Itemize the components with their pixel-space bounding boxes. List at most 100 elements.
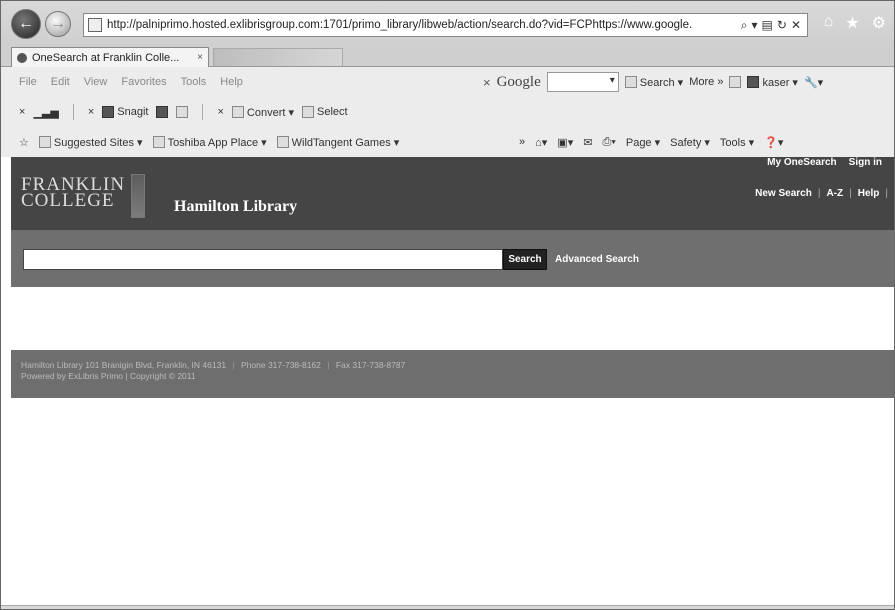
home-icon[interactable]: ⌂ [824,13,834,33]
toolbar-box-icon[interactable] [729,76,742,88]
google-search-button[interactable]: Search ▾ [624,76,684,89]
search-input[interactable] [23,249,503,270]
my-onesearch-link[interactable]: My OneSearch [767,157,836,168]
fav-suggested-label: Suggested Sites ▾ [53,136,143,149]
footer-powered-by: Powered by ExLibris Primo | Copyright © … [21,371,196,381]
convert-label: Convert ▾ [246,106,294,119]
tools-menu[interactable]: Tools ▾ [720,136,754,149]
address-bar[interactable]: http://palniprimo.hosted.exlibrisgroup.c… [83,13,808,37]
tab-onesearch[interactable]: OneSearch at Franklin Colle... × [11,47,209,67]
library-name: Hamilton Library [174,198,298,215]
snagit-label: Snagit [117,106,149,118]
user-name: kaser ▾ [762,76,798,89]
nav-separator: | [817,188,821,199]
compat-view-icon[interactable]: ▤ [762,18,773,32]
gear-icon[interactable]: ⚙ [872,13,886,33]
menu-help[interactable]: Help [220,76,243,88]
page-content: FRANKLIN COLLEGE Hamilton Library My One… [11,157,894,609]
back-arrow-icon: ← [18,15,34,32]
new-search-link[interactable]: New Search [755,188,812,199]
help-menu-icon[interactable]: ❓▾ [764,136,783,149]
search-band: Search Advanced Search [11,230,894,287]
print-icon[interactable]: ⎙▾ [602,136,615,149]
browser-right-icons: ⌂ ★ ⚙ [824,13,886,33]
footer-fax: Fax 317-738-8787 [335,360,406,370]
menu-file[interactable]: File [19,76,37,88]
menu-edit[interactable]: Edit [51,76,70,88]
google-logo: Google [496,73,541,90]
stop-icon[interactable]: ✕ [791,18,801,32]
address-url[interactable]: http://palniprimo.hosted.exlibrisgroup.c… [107,19,735,31]
site-footer: Hamilton Library 101 Branigin Blvd, Fran… [11,350,894,398]
toolbar-divider [72,104,74,120]
safety-menu[interactable]: Safety ▾ [670,136,710,149]
franklin-college-logo[interactable]: FRANKLIN COLLEGE [21,175,125,210]
select-icon [302,106,314,118]
close-icon[interactable]: × [217,106,223,118]
fav-wildtangent-label: WildTangent Games ▾ [291,136,400,149]
snagit-button[interactable]: Snagit [102,106,148,118]
nav-separator: | [885,188,888,199]
snagit-capture-icon[interactable] [156,106,169,118]
favorites-star-icon[interactable]: ★ [845,13,859,33]
footer-phone: Phone 317-738-8162 [241,360,321,370]
google-more-button[interactable]: More » [689,76,723,88]
new-tab-placeholder[interactable] [213,48,343,66]
snagit-window-icon[interactable] [176,106,189,118]
wrench-icon[interactable]: 🔧▾ [804,76,823,89]
footer-contact: Hamilton Library 101 Branigin Blvd, Fran… [21,360,886,371]
dropdown-icon[interactable]: ▾ [752,18,758,32]
ie-page-icon [152,136,165,148]
menu-view[interactable]: View [84,76,108,88]
address-tools: ⌕ ▾ ▤ ↻ ✕ [735,18,807,33]
mail-icon[interactable]: ✉ [583,136,592,149]
close-icon[interactable]: × [19,106,25,118]
search-button[interactable]: Search [503,249,547,270]
menu-row: File Edit View Favorites Tools Help × Go… [1,67,894,97]
forward-arrow-icon: → [50,15,66,32]
a-z-link[interactable]: A-Z [826,188,843,199]
account-links: My OneSearch Sign in [767,157,882,168]
back-button[interactable]: ← [11,9,41,39]
google-search-label: Search ▾ [639,76,684,89]
command-bar: » ⌂▾ ▣▾ ✉ ⎙▾ Page ▾ Safety ▾ Tools ▾ ❓▾ [519,127,783,157]
menu-bar: File Edit View Favorites Tools Help [1,76,243,88]
signal-bars-icon: ▁▃▅ [33,106,59,119]
google-toolbar-close-icon[interactable]: × [483,75,491,90]
page-menu[interactable]: Page ▾ [626,136,660,149]
menu-favorites[interactable]: Favorites [121,76,166,88]
fav-toshiba-label: Toshiba App Place ▾ [167,136,267,149]
more-chevron-icon[interactable]: » [519,136,525,148]
toolbars: File Edit View Favorites Tools Help × Go… [1,67,894,157]
home-menu-icon[interactable]: ⌂▾ [535,136,547,149]
ie-page-icon [276,136,289,148]
avatar [747,76,760,88]
user-menu[interactable]: kaser ▾ [747,76,798,89]
favorites-star-icon[interactable]: ☆ [19,136,29,149]
favorites-row: ☆ Suggested Sites ▾ Toshiba App Place ▾ … [1,127,894,157]
suggested-sites-icon [38,136,51,148]
forward-button[interactable]: → [45,11,71,37]
google-toolbar: × Google Search ▾ More » kaser ▾ 🔧▾ [483,67,823,97]
google-search-icon [624,76,637,88]
search-icon[interactable]: ⌕ [741,18,748,33]
close-icon[interactable]: × [88,106,94,118]
sign-in-link[interactable]: Sign in [849,157,882,168]
select-label: Select [317,106,348,118]
fav-suggested-sites[interactable]: Suggested Sites ▾ [38,136,143,149]
tab-close-icon[interactable]: × [197,52,203,63]
feeds-icon[interactable]: ▣▾ [557,136,573,149]
convert-button[interactable]: Convert ▾ [231,106,294,119]
menu-tools[interactable]: Tools [181,76,207,88]
refresh-icon[interactable]: ↻ [777,18,787,32]
google-search-input[interactable] [546,72,619,92]
snagit-icon [102,106,115,118]
nav-separator: | [849,188,852,199]
fav-toshiba-app-place[interactable]: Toshiba App Place ▾ [152,136,267,149]
fav-wildtangent-games[interactable]: WildTangent Games ▾ [276,136,400,149]
tab-title: OneSearch at Franklin Colle... [32,51,180,64]
help-link[interactable]: Help [858,188,880,199]
page-icon [88,18,102,32]
advanced-search-link[interactable]: Advanced Search [555,254,639,265]
select-button[interactable]: Select [302,106,348,118]
